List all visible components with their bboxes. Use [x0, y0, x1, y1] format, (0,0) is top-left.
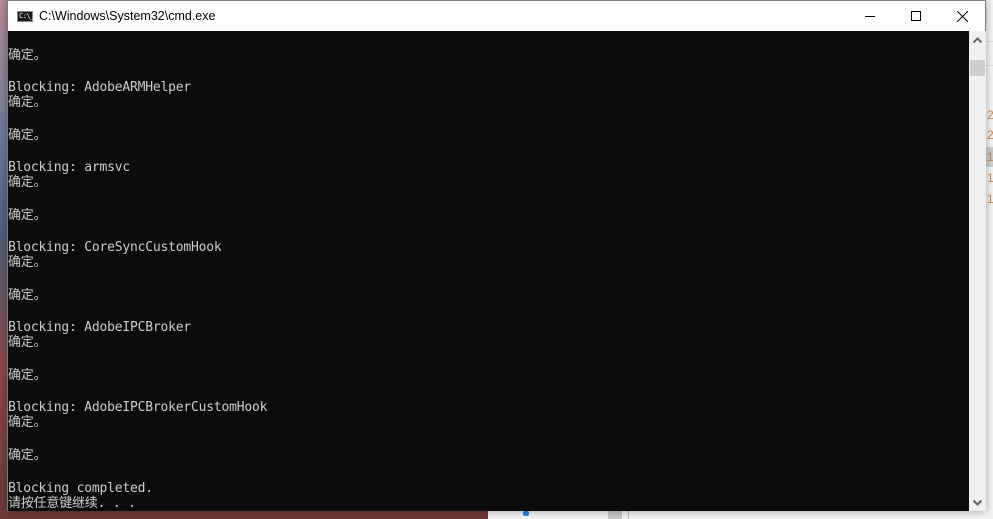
chevron-down-icon: [973, 499, 982, 506]
cmd-app-icon-label: C:\_: [19, 11, 34, 20]
background-number: 2: [987, 128, 993, 142]
background-window-bottom: [488, 511, 993, 519]
background-number: 1: [987, 192, 993, 206]
console-line: 确定。: [8, 288, 47, 303]
cmd-window: C:\_ C:\Windows\System32\cmd.exe 确定。 Bloc…: [7, 0, 986, 511]
console-line: 确定。: [8, 415, 47, 430]
console-line: 确定。: [8, 208, 47, 223]
background-icon: [523, 511, 529, 516]
minimize-button[interactable]: [847, 1, 893, 31]
scroll-thumb[interactable]: [970, 60, 985, 76]
console-line: 确定。: [8, 48, 47, 63]
console-line: Blocking: AdobeIPCBrokerCustomHook: [8, 400, 268, 415]
background-scroll-area: [608, 511, 622, 519]
maximize-button[interactable]: [893, 1, 939, 31]
console-line: Blocking: CoreSyncCustomHook: [8, 240, 222, 255]
background-number: 1: [987, 171, 993, 185]
scroll-down-button[interactable]: [969, 494, 986, 511]
console-line: Blocking completed.: [8, 481, 153, 496]
title-bar[interactable]: C:\_ C:\Windows\System32\cmd.exe: [8, 1, 985, 31]
console-line: 确定。: [8, 95, 47, 110]
maximize-icon: [911, 11, 921, 21]
console-line: 请按任意键继续. . .: [8, 496, 136, 511]
background-divider: [628, 511, 629, 519]
window-title: C:\Windows\System32\cmd.exe: [39, 9, 216, 23]
background-window-edge: 2 2 1 1 1: [986, 0, 993, 519]
background-number: 1: [987, 150, 993, 164]
close-button[interactable]: [939, 1, 985, 31]
close-icon: [956, 10, 968, 22]
vertical-scrollbar[interactable]: [969, 31, 986, 511]
console-line: Blocking: AdobeIPCBroker: [8, 320, 192, 335]
background-number: 2: [987, 108, 993, 122]
background-divider: [986, 65, 993, 66]
console-line: 确定。: [8, 255, 47, 270]
console-line: 确定。: [8, 335, 47, 350]
console-line: 确定。: [8, 368, 47, 383]
console-line: 确定。: [8, 448, 47, 463]
background-divider: [986, 41, 993, 42]
minimize-icon: [865, 16, 875, 17]
scroll-up-button[interactable]: [969, 31, 986, 48]
cmd-app-icon[interactable]: C:\_: [17, 10, 34, 22]
console-line: Blocking: armsvc: [8, 160, 131, 175]
window-controls: [847, 1, 985, 31]
console-line: 确定。: [8, 128, 47, 143]
console-line: Blocking: AdobeARMHelper: [8, 80, 192, 95]
console-line: 确定。: [8, 175, 47, 190]
chevron-up-icon: [973, 36, 982, 43]
console-output[interactable]: 确定。 Blocking: AdobeARMHelper 确定。 确定。 Blockin…: [8, 31, 969, 511]
